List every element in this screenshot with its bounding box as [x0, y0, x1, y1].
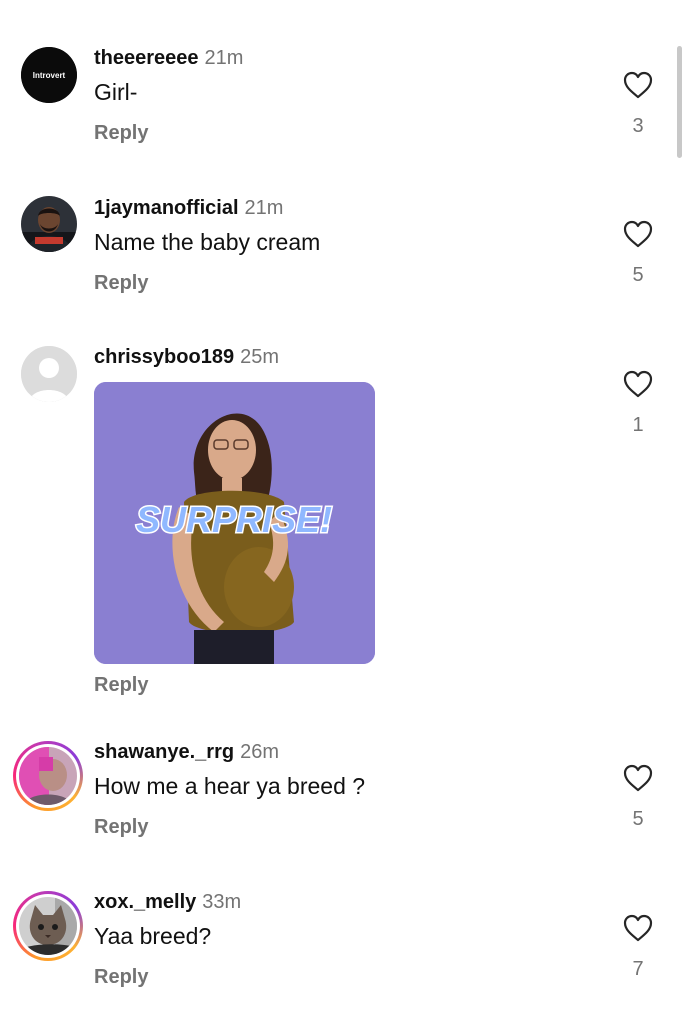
reply-button[interactable]: Reply: [94, 673, 148, 697]
like-count: 3: [632, 115, 644, 137]
comment-header: theeereeee 21m: [94, 46, 243, 70]
like-count: 5: [632, 264, 644, 286]
username-link[interactable]: 1jaymanofficial: [94, 197, 239, 219]
heart-outline-icon: [623, 764, 653, 792]
like-count: 1: [632, 414, 644, 436]
timestamp: 25m: [240, 346, 279, 368]
comment-header: 1jaymanofficial 21m: [94, 196, 283, 220]
heart-outline-icon: [623, 220, 653, 248]
username-link[interactable]: theeereeee: [94, 47, 199, 69]
like-button[interactable]: [622, 369, 654, 404]
like-count: 7: [632, 958, 644, 980]
avatar-image: [19, 897, 77, 955]
username-link[interactable]: chrissyboo189: [94, 346, 234, 368]
comment-header: xox._melly 33m: [94, 890, 241, 914]
gif-caption: SURPRISE!: [136, 499, 332, 540]
comment-text: How me a hear ya breed ?: [94, 773, 366, 799]
avatar-image: Introvert: [21, 47, 77, 103]
like-button[interactable]: [622, 219, 654, 254]
heart-outline-icon: [623, 914, 653, 942]
avatar-story-ring[interactable]: [13, 741, 83, 811]
scrollbar[interactable]: [677, 46, 682, 158]
reply-button[interactable]: Reply: [94, 965, 148, 989]
avatar: [19, 897, 77, 955]
reply-button[interactable]: Reply: [94, 121, 148, 145]
like-button[interactable]: [622, 763, 654, 798]
reply-button[interactable]: Reply: [94, 815, 148, 839]
like-button[interactable]: [622, 70, 654, 105]
comment-text: Girl-: [94, 79, 138, 105]
gif-image: SURPRISE!: [94, 382, 375, 664]
timestamp: 21m: [244, 197, 284, 219]
heart-outline-icon: [623, 370, 653, 398]
comment-text: Name the baby cream: [94, 229, 321, 255]
username-link[interactable]: xox._melly: [94, 891, 196, 913]
comment-text: Yaa breed?: [94, 923, 212, 949]
avatar[interactable]: Introvert: [21, 47, 77, 103]
comment-header: chrissyboo189 25m: [94, 345, 279, 369]
comment-header: shawanye._rrg 26m: [94, 740, 279, 764]
avatar[interactable]: [21, 346, 77, 402]
avatar: [19, 747, 77, 805]
username-link[interactable]: shawanye._rrg: [94, 741, 234, 763]
timestamp: 21m: [204, 47, 244, 69]
avatar[interactable]: [21, 196, 77, 252]
avatar-story-ring[interactable]: [13, 891, 83, 961]
avatar-logo-text: Introvert: [33, 71, 66, 80]
avatar-image: [19, 747, 77, 805]
avatar-image: [21, 196, 77, 252]
reply-button[interactable]: Reply: [94, 271, 148, 295]
timestamp: 33m: [202, 891, 242, 913]
default-avatar-icon: [21, 346, 77, 402]
like-button[interactable]: [622, 913, 654, 948]
heart-outline-icon: [623, 71, 653, 99]
like-count: 5: [632, 808, 644, 830]
gif-attachment[interactable]: SURPRISE!: [94, 382, 375, 664]
timestamp: 26m: [240, 741, 279, 763]
